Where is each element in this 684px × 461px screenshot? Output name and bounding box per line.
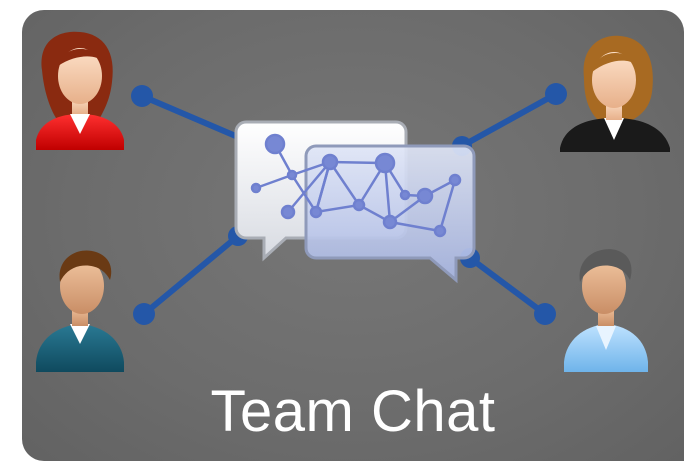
man-teal-sweater-avatar-icon [36, 250, 124, 372]
page-title: Team Chat [210, 379, 496, 444]
woman-red-shirt-avatar-icon [36, 31, 124, 150]
woman-black-suit-avatar-icon [560, 35, 670, 152]
chat-bubbles-network-icon [234, 120, 476, 284]
man-blue-shirt-avatar-icon [564, 249, 648, 372]
team-chat-card: Team Chat [22, 10, 684, 461]
